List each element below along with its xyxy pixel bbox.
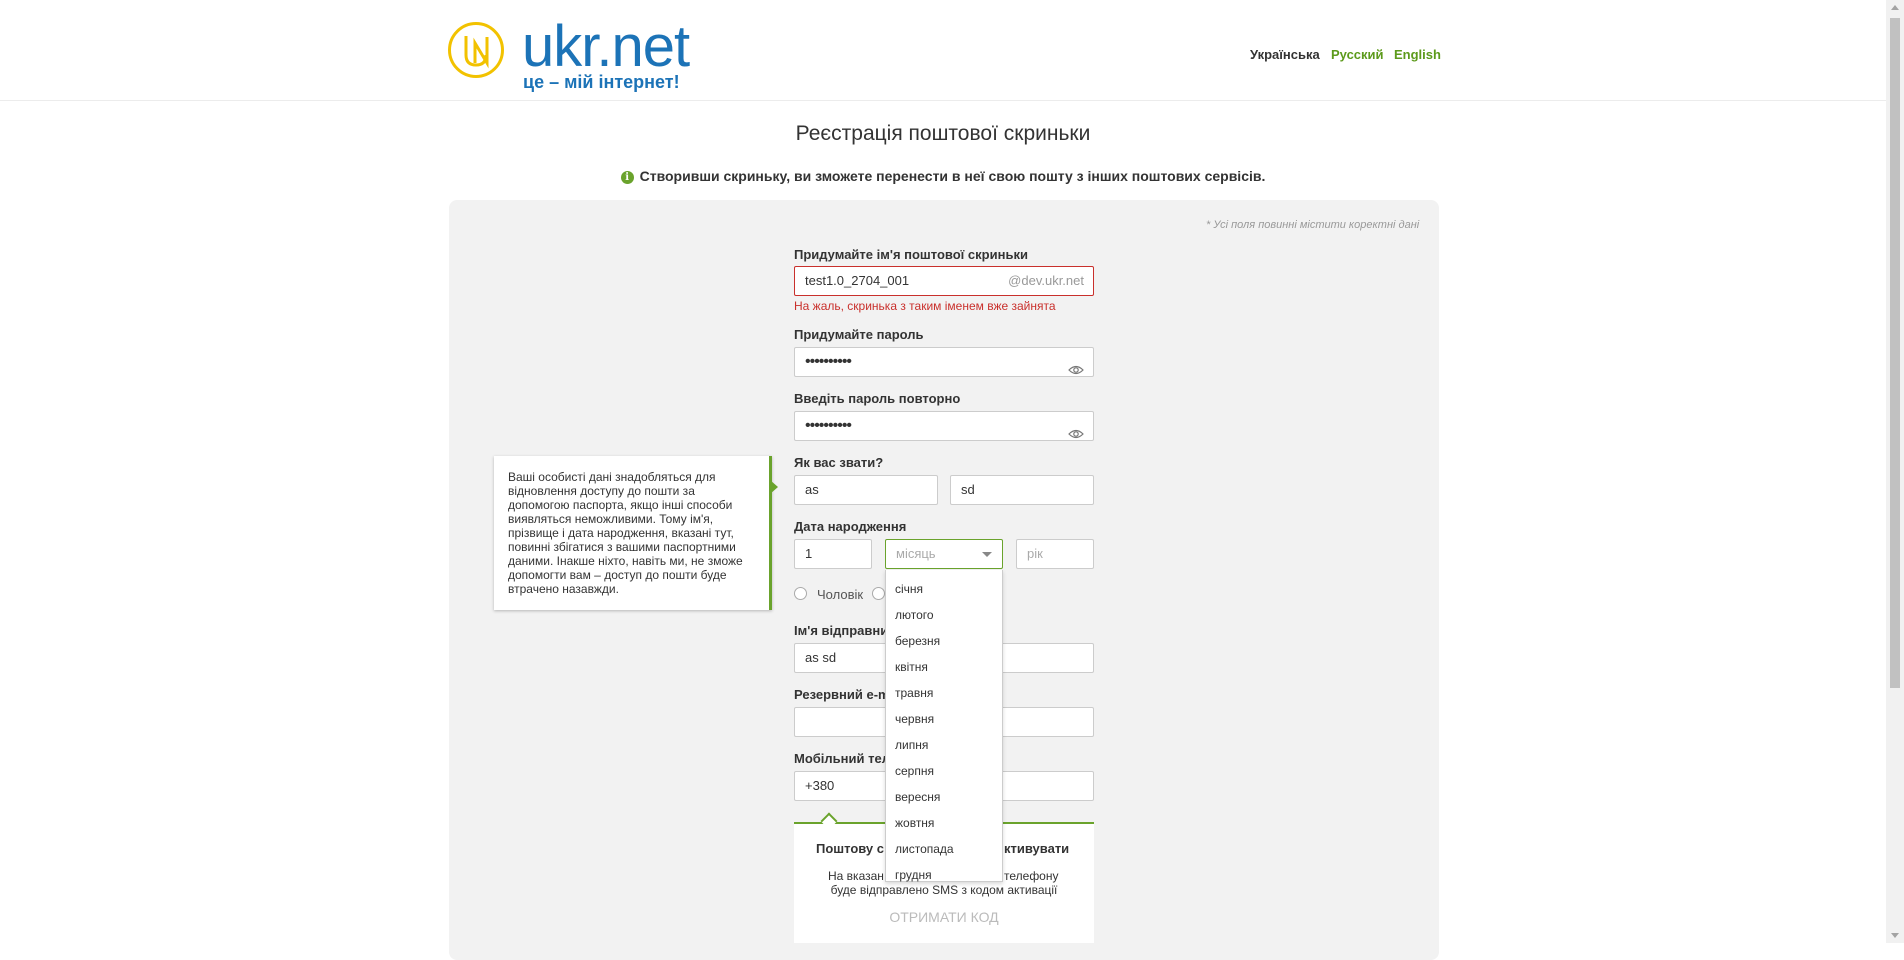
scroll-thumb[interactable] [1890,18,1900,688]
password-repeat-input[interactable]: •••••••••• [794,411,1094,441]
lang-ukrainian[interactable]: Українська [1250,47,1320,62]
get-code-button[interactable]: ОТРИМАТИ КОД [794,909,1094,925]
month-option-dec[interactable]: грудня [895,868,932,882]
month-option-aug[interactable]: серпня [895,764,934,778]
info-icon: i [620,171,634,184]
password-value: •••••••••• [805,353,852,370]
last-name-input[interactable]: sd [950,475,1094,505]
first-name-input[interactable]: as [794,475,938,505]
gender-male-label[interactable]: Чоловік [817,587,863,602]
password-input[interactable]: •••••••••• [794,347,1094,377]
sms-text-left: На вказан [828,869,884,883]
month-option-jul[interactable]: липня [895,738,928,752]
lang-russian[interactable]: Русский [1331,47,1384,62]
page-title: Реєстрація поштової скриньки [795,122,1091,145]
month-option-feb[interactable]: лютого [895,608,934,622]
lang-english[interactable]: English [1394,47,1441,62]
scroll-up-icon[interactable] [1891,5,1899,10]
logo-circle-icon [448,22,504,78]
birth-month-placeholder: місяць [896,546,936,561]
password-repeat-value: •••••••••• [805,417,852,434]
header: ukr.net це – мій інтернет! Українська Ру… [0,0,1886,101]
month-option-mar[interactable]: березня [895,634,940,648]
backup-email-label: Резервний e-ma [794,687,897,702]
sms-title-left: Поштову с [816,841,884,856]
mailbox-value: test1.0_2704_001 [805,273,910,288]
scroll-down-icon[interactable] [1891,933,1899,938]
show-password-repeat-eye-icon[interactable] [1068,421,1084,449]
gender-female-radio[interactable] [872,587,885,600]
logo-text: ukr.net [522,14,690,79]
mailbox-error: На жаль, скринька з таким іменем вже зай… [794,299,1056,313]
page-scrollbar[interactable] [1886,0,1904,943]
month-option-apr[interactable]: квітня [895,660,928,674]
gender-male-radio[interactable] [794,587,807,600]
logo[interactable]: ukr.net це – мій інтернет! [448,14,690,92]
name-label: Як вас звати? [794,455,884,470]
sms-text-right: телефону [1004,869,1059,883]
birth-year-input[interactable]: рік [1016,539,1094,569]
chevron-down-icon [982,552,992,557]
password-repeat-label: Введіть пароль повторно [794,391,961,406]
month-option-sep[interactable]: вересня [895,790,940,804]
sms-title-right: ктивувати [1004,841,1070,856]
logo-slogan: це – мій інтернет! [523,72,680,92]
personal-data-tooltip: Ваші особисті дані знадобляться для відн… [494,456,772,610]
birthdate-label: Дата народження [794,519,907,534]
show-password-eye-icon[interactable] [1068,357,1084,385]
month-dropdown: січня лютого березня квітня травня червн… [885,570,1003,882]
month-option-nov[interactable]: листопада [895,842,954,856]
birth-day-input[interactable]: 1 [794,539,872,569]
month-option-oct[interactable]: жовтня [895,816,934,830]
birth-year-placeholder: рік [1027,546,1043,561]
sms-text-line2: буде відправлено SMS з кодом активації [830,883,1058,897]
sender-name-label: Ім'я відправник [794,623,895,638]
birth-month-select[interactable]: місяць [885,539,1003,569]
phone-label: Мобільний теле [794,751,898,766]
mailbox-input[interactable]: test1.0_2704_001 @dev.ukr.net [794,266,1094,296]
info-text: Створивши скриньку, ви зможете перенести… [639,168,1266,184]
info-message: i Створивши скриньку, ви зможете перенест… [0,168,1886,184]
month-option-jun[interactable]: червня [895,712,934,726]
tooltip-arrow [770,480,778,494]
required-note: * Усі поля повинні містити коректні дані [1206,219,1420,231]
password-label: Придумайте пароль [794,327,924,342]
month-option-may[interactable]: травня [895,686,933,700]
month-option-jan[interactable]: січня [895,582,923,596]
mailbox-domain-suffix: @dev.ukr.net [1008,273,1084,288]
mailbox-label: Придумайте ім'я поштової скриньки [794,247,1028,262]
